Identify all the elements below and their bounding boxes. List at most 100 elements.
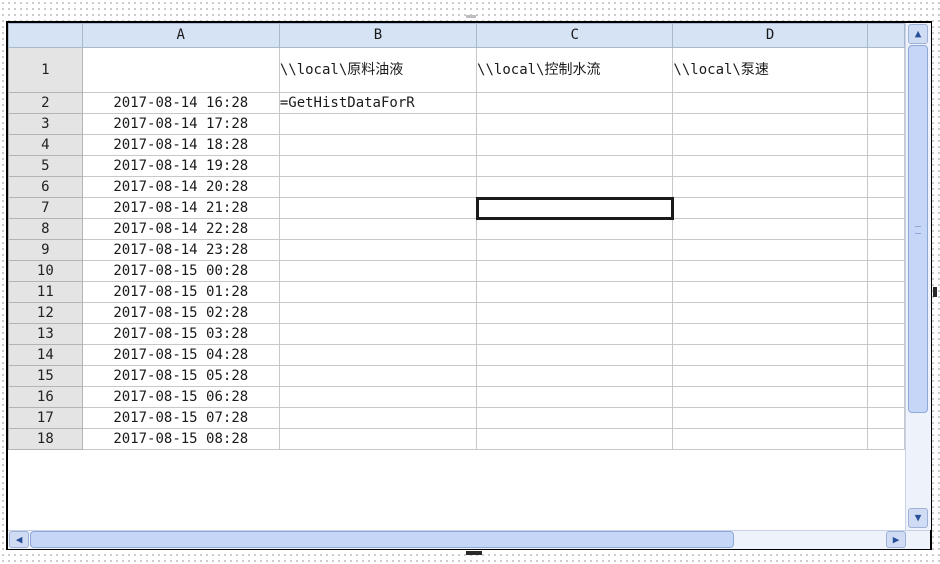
cell-a[interactable]: 2017-08-15 01:28 [81, 281, 280, 303]
scroll-down-icon[interactable]: ▼ [908, 508, 928, 528]
cell-a[interactable]: 2017-08-15 08:28 [81, 428, 280, 450]
row-header[interactable]: 11 [8, 281, 83, 303]
cell-d[interactable] [672, 407, 868, 429]
cell-c[interactable] [476, 407, 674, 429]
cell-e[interactable] [866, 134, 905, 156]
row-header[interactable]: 7 [8, 197, 83, 219]
row-header[interactable]: 13 [8, 323, 83, 345]
cell-d[interactable] [672, 365, 868, 387]
cell-d[interactable] [672, 428, 868, 450]
cell-c[interactable]: \\local\控制水流 [476, 47, 674, 93]
cell-c[interactable] [476, 302, 674, 324]
cell-c[interactable] [476, 344, 674, 366]
select-all-corner[interactable] [8, 23, 83, 48]
cell-a[interactable]: 2017-08-14 19:28 [81, 155, 280, 177]
cell-b[interactable] [278, 218, 478, 240]
cell-b[interactable]: \\local\原料油液 [278, 47, 478, 93]
cell-d[interactable]: \\local\泵速 [672, 47, 868, 93]
horizontal-scrollbar[interactable]: ◀ ▶ [8, 530, 930, 549]
scroll-left-icon[interactable]: ◀ [9, 531, 29, 548]
row-header[interactable]: 9 [8, 239, 83, 261]
cell-b[interactable] [278, 323, 478, 345]
cell-d[interactable] [672, 197, 868, 219]
cell-d[interactable] [672, 113, 868, 135]
scroll-up-icon[interactable]: ▲ [908, 24, 928, 44]
cell-a[interactable]: 2017-08-14 22:28 [81, 218, 280, 240]
cell-b[interactable] [278, 281, 478, 303]
cell-e[interactable] [866, 281, 905, 303]
cell-a[interactable]: 2017-08-15 07:28 [81, 407, 280, 429]
row-header[interactable]: 8 [8, 218, 83, 240]
cell-d[interactable] [672, 344, 868, 366]
row-header[interactable]: 12 [8, 302, 83, 324]
cell-b[interactable] [278, 134, 478, 156]
cell-a[interactable]: 2017-08-15 05:28 [81, 365, 280, 387]
row-header[interactable]: 2 [8, 92, 83, 114]
cell-b[interactable] [278, 407, 478, 429]
cell-a[interactable]: 2017-08-15 06:28 [81, 386, 280, 408]
cell-e[interactable] [866, 176, 905, 198]
cell-e[interactable] [866, 113, 905, 135]
cell-b[interactable] [278, 344, 478, 366]
row-header[interactable]: 14 [8, 344, 83, 366]
row-header[interactable]: 1 [8, 47, 83, 93]
cell-e[interactable] [866, 218, 905, 240]
cell-e[interactable] [866, 260, 905, 282]
horizontal-scroll-thumb[interactable] [30, 531, 734, 548]
cell-e[interactable] [866, 365, 905, 387]
vertical-scrollbar[interactable]: ▲ ▼ [905, 23, 931, 530]
column-header-e[interactable] [866, 23, 905, 48]
right-resize-handle[interactable] [933, 287, 937, 297]
column-header-c[interactable]: C [476, 23, 674, 48]
cell-e[interactable] [866, 302, 905, 324]
cell-c[interactable] [476, 113, 674, 135]
column-header-b[interactable]: B [278, 23, 478, 48]
cell-e[interactable] [866, 428, 905, 450]
cell-d[interactable] [672, 92, 868, 114]
cell-c[interactable] [476, 176, 674, 198]
cell-a[interactable]: 2017-08-15 04:28 [81, 344, 280, 366]
cell-a[interactable]: 2017-08-14 16:28 [81, 92, 280, 114]
cell-d[interactable] [672, 239, 868, 261]
cell-c[interactable] [476, 239, 674, 261]
cell-a[interactable]: 2017-08-14 17:28 [81, 113, 280, 135]
cell-d[interactable] [672, 260, 868, 282]
cell-a[interactable]: 2017-08-15 00:28 [81, 260, 280, 282]
cell-e[interactable] [866, 386, 905, 408]
cell-c[interactable] [476, 134, 674, 156]
cell-b[interactable] [278, 428, 478, 450]
cell-c[interactable] [476, 428, 674, 450]
cell-a[interactable]: 2017-08-15 03:28 [81, 323, 280, 345]
row-header[interactable]: 16 [8, 386, 83, 408]
bottom-resize-handle[interactable] [466, 551, 482, 555]
cell-c[interactable] [476, 92, 674, 114]
cell-a[interactable]: 2017-08-14 18:28 [81, 134, 280, 156]
row-header[interactable]: 15 [8, 365, 83, 387]
selected-cell[interactable] [475, 196, 674, 220]
row-header[interactable]: 10 [8, 260, 83, 282]
row-header[interactable]: 4 [8, 134, 83, 156]
cell-a[interactable]: 2017-08-14 20:28 [81, 176, 280, 198]
cell-d[interactable] [672, 134, 868, 156]
cell-a[interactable]: 2017-08-14 21:28 [81, 197, 280, 219]
cell-b[interactable] [278, 365, 478, 387]
cell-e[interactable] [866, 92, 905, 114]
cell-a[interactable]: 2017-08-15 02:28 [81, 302, 280, 324]
cell-d[interactable] [672, 155, 868, 177]
cell-b[interactable] [278, 239, 478, 261]
cell-e[interactable] [866, 344, 905, 366]
cell-d[interactable] [672, 218, 868, 240]
cell-b[interactable] [278, 260, 478, 282]
row-header[interactable]: 6 [8, 176, 83, 198]
cell-e[interactable] [866, 47, 905, 93]
cell-d[interactable] [672, 323, 868, 345]
cell-c[interactable] [476, 386, 674, 408]
cell-a[interactable]: 2017-08-14 23:28 [81, 239, 280, 261]
cell-b[interactable] [278, 155, 478, 177]
row-header[interactable]: 17 [8, 407, 83, 429]
cell-b[interactable] [278, 176, 478, 198]
cell-b[interactable] [278, 113, 478, 135]
cell-c[interactable] [476, 365, 674, 387]
cell-b[interactable]: =GetHistDataForR [278, 92, 478, 114]
cell-d[interactable] [672, 176, 868, 198]
